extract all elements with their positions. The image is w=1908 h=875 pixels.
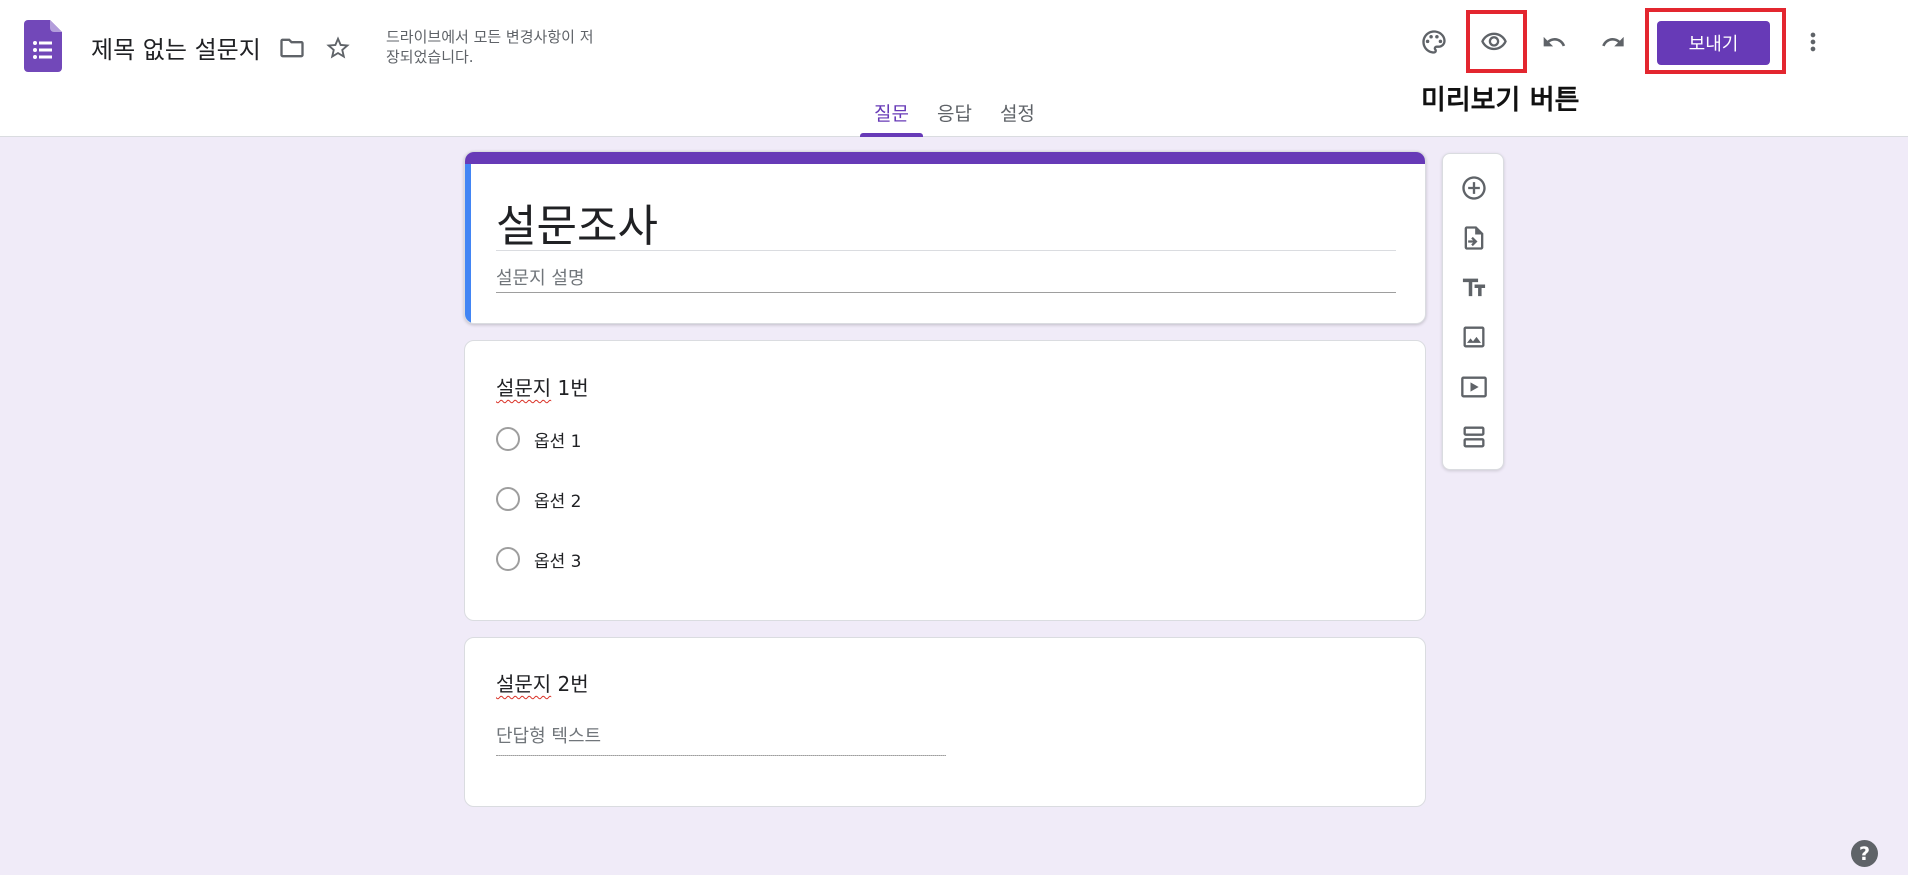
question-title[interactable]: 설문지 1번 [496,372,589,401]
question-card-2[interactable]: 설문지 2번 단답형 텍스트 [464,637,1426,807]
short-answer-placeholder: 단답형 텍스트 [496,726,602,747]
question-title-underlined: 설문지 [496,376,552,400]
option-label: 옵션 2 [534,491,582,512]
radio-button[interactable] [496,547,520,571]
app-header: 제목 없는 설문지 드라이브에서 모든 변경사항이 저장되었습니다. 보내기 미… [0,0,1908,137]
divider [496,250,1396,251]
tab-bar: 질문 응답 설정 [860,96,1049,137]
tab-settings[interactable]: 설정 [986,96,1049,137]
question-card-1[interactable]: 설문지 1번 옵션 1 옵션 2 옵션 3 [464,340,1426,621]
question-title[interactable]: 설문지 2번 [496,668,589,697]
form-title[interactable]: 설문조사 [496,190,658,254]
undo-icon[interactable] [1534,22,1574,62]
divider [496,292,1396,293]
form-title-card[interactable]: 설문조사 설문지 설명 [464,151,1426,324]
folder-icon[interactable] [272,28,312,68]
radio-button[interactable] [496,487,520,511]
radio-option[interactable]: 옵션 1 [496,426,582,452]
question-title-underlined: 설문지 [496,672,552,696]
add-title-icon[interactable] [1454,268,1494,308]
option-label: 옵션 3 [534,551,582,572]
help-icon[interactable]: ? [1851,840,1878,867]
question-title-rest: 1번 [551,376,589,400]
send-highlight-box [1645,8,1786,74]
redo-icon[interactable] [1593,22,1633,62]
tab-responses[interactable]: 응답 [923,96,986,137]
palette-icon[interactable] [1414,22,1454,62]
import-questions-icon[interactable] [1454,218,1494,258]
title-card-accent-bar [465,152,1425,164]
add-image-icon[interactable] [1454,317,1494,357]
radio-button[interactable] [496,427,520,451]
radio-option[interactable]: 옵션 3 [496,546,582,572]
forms-icon[interactable] [24,20,62,72]
option-label: 옵션 1 [534,431,582,452]
doc-title[interactable]: 제목 없는 설문지 [91,30,261,65]
preview-highlight-box [1466,10,1527,73]
short-answer-line [496,755,946,756]
save-status: 드라이브에서 모든 변경사항이 저장되었습니다. [386,28,594,66]
radio-option[interactable]: 옵션 2 [496,486,582,512]
form-description[interactable]: 설문지 설명 [496,264,585,290]
side-toolbar [1442,153,1504,470]
star-icon[interactable] [318,28,358,68]
question-title-rest: 2번 [551,672,589,696]
annotation-label: 미리보기 버튼 [1421,85,1580,116]
add-video-icon[interactable] [1454,367,1494,407]
add-question-icon[interactable] [1454,168,1494,208]
add-section-icon[interactable] [1454,417,1494,457]
title-card-focus-bar [465,164,471,323]
tab-questions[interactable]: 질문 [860,96,923,137]
more-vert-icon[interactable] [1793,22,1833,62]
